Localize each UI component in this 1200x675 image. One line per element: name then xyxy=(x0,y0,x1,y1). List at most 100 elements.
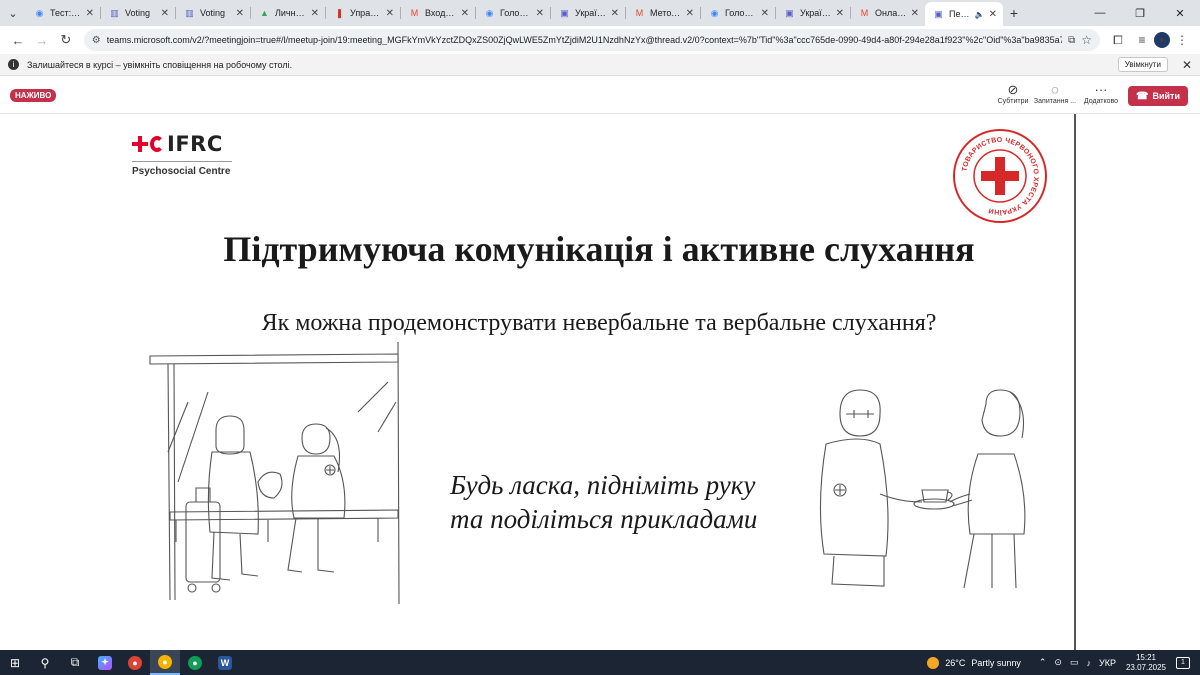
qa-icon: ◌ xyxy=(1051,82,1059,97)
close-tab-icon[interactable]: ✕ xyxy=(911,8,919,19)
close-tab-icon[interactable]: ✕ xyxy=(311,8,319,19)
tab-title: Україна xyxy=(800,8,832,18)
presentation-slide: IFRC Psychosocial Centre ТОВАРИСТВО ЧЕРВ… xyxy=(124,114,1074,650)
browser-toolbar: ← → ↻ ⚙ teams.microsoft.com/v2/?meetingj… xyxy=(0,26,1200,54)
task-view-icon[interactable]: ⧉ xyxy=(60,650,90,675)
clock-date: 23.07.2025 xyxy=(1125,662,1166,672)
tab-title: Перш xyxy=(949,9,971,19)
clock-time: 15:21 xyxy=(1135,652,1156,662)
browser-tab[interactable]: M Входящи ✕ xyxy=(401,2,475,24)
tab-title: Головна xyxy=(500,8,532,18)
red-cross-ukraine-seal: ТОВАРИСТВО ЧЕРВОНОГО ХРЕСТА УКРАЇНИ xyxy=(953,129,1047,223)
captions-icon: ⊘ xyxy=(1007,82,1019,97)
copilot-icon[interactable]: ✦ xyxy=(90,650,120,675)
browser-tab[interactable]: ▣ Україна ✕ xyxy=(551,2,625,24)
teams-icon: ▣ xyxy=(934,8,943,19)
system-tray: 26°C Partly sunny ⌃ ⊙ ▭ ♪ УКР 15:21 23.0… xyxy=(927,653,1200,673)
gmail-icon: M xyxy=(860,8,869,18)
language-indicator[interactable]: УКР xyxy=(1099,658,1116,668)
close-tab-icon[interactable]: ✕ xyxy=(461,8,469,19)
browser-tab[interactable]: ▥ Voting ✕ xyxy=(101,2,175,24)
search-icon[interactable]: ⚲ xyxy=(30,650,60,675)
browser-tab[interactable]: M Методол ✕ xyxy=(626,2,700,24)
info-icon: i xyxy=(8,59,19,70)
close-window-icon[interactable]: ✕ xyxy=(1160,0,1200,26)
close-tab-icon[interactable]: ✕ xyxy=(686,8,694,19)
notifications-icon[interactable]: 1 xyxy=(1176,656,1190,669)
notification-infobar: i Залишайтеся в курсі – увімкніть сповіщ… xyxy=(0,54,1200,76)
close-tab-icon[interactable]: ✕ xyxy=(86,8,94,19)
tab-title: Voting xyxy=(200,8,226,18)
circle-icon: ◉ xyxy=(35,7,44,18)
network-icon[interactable]: ▭ xyxy=(1070,657,1079,668)
leave-label: Вийти xyxy=(1152,91,1180,101)
close-tab-icon[interactable]: ✕ xyxy=(989,9,997,20)
close-tab-icon[interactable]: ✕ xyxy=(611,8,619,19)
forward-icon[interactable]: → xyxy=(30,28,54,52)
browser-tab[interactable]: ◉ Головна ✕ xyxy=(701,2,775,24)
close-tab-icon[interactable]: ✕ xyxy=(236,8,244,19)
profile-avatar[interactable]: ● xyxy=(1153,32,1170,48)
close-tab-icon[interactable]: ✕ xyxy=(761,8,769,19)
enable-notifications-button[interactable]: Увімкнути xyxy=(1117,57,1168,72)
qa-button[interactable]: ◌ Запитання ... xyxy=(1031,82,1079,105)
gmail-icon: M xyxy=(410,8,419,18)
browser-tab[interactable]: ❚ Управлен ✕ xyxy=(326,2,400,24)
browser-tab[interactable]: ▣ Перш 🔈 ✕ xyxy=(925,2,1003,26)
browser-tab[interactable]: ▥ Voting ✕ xyxy=(176,2,250,24)
drive-icon: ▲ xyxy=(260,8,269,18)
back-icon[interactable]: ← xyxy=(6,28,30,52)
tray-chevron-icon[interactable]: ⌃ xyxy=(1039,657,1047,668)
infobar-message: Залишайтеся в курсі – увімкніть сповіщен… xyxy=(27,59,293,70)
more-icon: ··· xyxy=(1094,82,1108,97)
chrome-icon[interactable]: ● xyxy=(120,650,150,675)
browser-menu-icon[interactable]: ⋮ xyxy=(1170,33,1194,47)
windows-start-icon[interactable]: ⊞ xyxy=(0,650,30,675)
maximize-icon[interactable]: ❐ xyxy=(1120,0,1160,26)
minimize-icon[interactable]: — xyxy=(1080,0,1120,26)
hang-up-icon: ☎ xyxy=(1136,90,1149,102)
close-tab-icon[interactable]: ✕ xyxy=(161,8,169,19)
extensions-icon[interactable]: ⧠ xyxy=(1106,33,1130,48)
partly-sunny-icon xyxy=(927,656,940,669)
leave-button[interactable]: ☎ Вийти xyxy=(1128,86,1188,106)
tab-audio-icon[interactable]: 🔈 xyxy=(975,10,985,19)
captions-button[interactable]: ⊘ Субтитри xyxy=(989,82,1037,105)
browser-tab[interactable]: ◉ Головна ✕ xyxy=(476,2,550,24)
browser-tab[interactable]: ▲ Личный ✕ xyxy=(251,2,325,24)
close-tab-icon[interactable]: ✕ xyxy=(836,8,844,19)
chrome-second-icon[interactable]: ● xyxy=(180,650,210,675)
word-icon[interactable]: W xyxy=(210,650,240,675)
close-tab-icon[interactable]: ✕ xyxy=(536,8,544,19)
red-cross-icon xyxy=(132,136,148,152)
tab-title: Онлайн- xyxy=(875,8,907,18)
bookmark-star-icon[interactable]: ☆ xyxy=(1081,33,1092,47)
tray-apps-icon[interactable]: ⊙ xyxy=(1054,657,1062,668)
close-infobar-icon[interactable]: ✕ xyxy=(1182,58,1192,72)
close-tab-icon[interactable]: ✕ xyxy=(386,8,394,19)
more-button[interactable]: ··· Додатково xyxy=(1077,82,1125,105)
new-tab-button[interactable]: + xyxy=(1003,5,1025,21)
stage-divider xyxy=(1074,114,1076,650)
install-app-icon[interactable]: ⧉ xyxy=(1068,35,1075,46)
browser-tab[interactable]: ◉ Тест: Дра ✕ xyxy=(26,2,100,24)
site-info-icon[interactable]: ⚙ xyxy=(92,35,101,46)
ifrc-wordmark: IFRC xyxy=(167,132,223,156)
chart-icon: ▥ xyxy=(185,7,194,18)
ifrc-logo: IFRC Psychosocial Centre xyxy=(132,132,232,177)
volume-icon[interactable]: ♪ xyxy=(1086,658,1091,668)
tab-search-icon[interactable]: ⌄ xyxy=(0,2,26,24)
browser-tab[interactable]: ▣ Україна ✕ xyxy=(776,2,850,24)
gmail-icon: M xyxy=(635,8,644,18)
weather-widget[interactable]: 26°C Partly sunny xyxy=(927,656,1021,669)
reload-icon[interactable]: ↻ xyxy=(54,28,78,52)
address-bar[interactable]: ⚙ teams.microsoft.com/v2/?meetingjoin=tr… xyxy=(83,29,1100,51)
live-badge: НАЖИВО xyxy=(10,89,57,102)
more-label: Додатково xyxy=(1083,98,1119,105)
chrome-profile-app-icon[interactable]: ● xyxy=(150,650,180,675)
weather-text: Partly sunny xyxy=(971,657,1021,668)
clock[interactable]: 15:21 23.07.2025 xyxy=(1126,653,1166,673)
browser-tab[interactable]: M Онлайн- ✕ xyxy=(851,2,925,24)
media-icon[interactable]: ≡ xyxy=(1130,33,1154,47)
volunteer-tea-sketch xyxy=(819,389,1026,589)
